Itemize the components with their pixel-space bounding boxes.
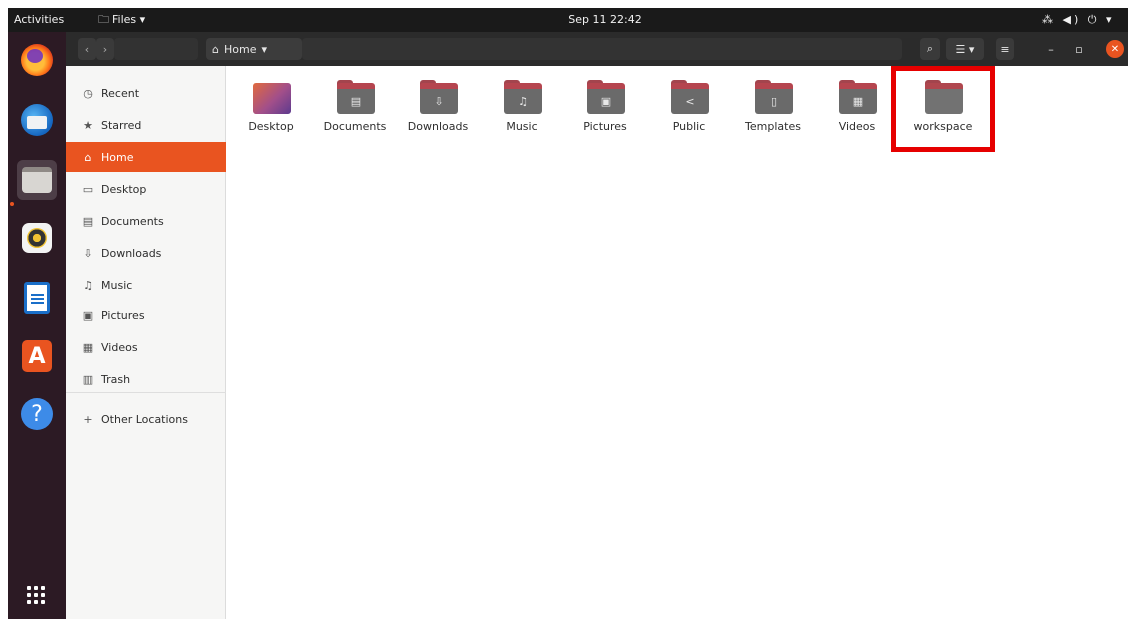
activities-button[interactable]: Activities	[14, 8, 64, 32]
folder-label: Music	[506, 120, 538, 133]
search-button[interactable]: ⌕	[920, 38, 940, 60]
trash-icon: ▥	[82, 372, 94, 386]
show-applications-icon[interactable]	[27, 586, 47, 606]
home-icon: ⌂	[84, 150, 92, 164]
folder-downloads[interactable]: ⇩ Downloads	[398, 74, 478, 144]
sidebar-item-documents[interactable]: ▤ Documents	[66, 206, 226, 236]
app-menu-files[interactable]: 🗀 Files ▾	[98, 8, 145, 32]
desktop-screen: Activities 🗀 Files ▾ Sep 11 22:42 ⁂ ◀) ⏻ …	[8, 8, 1128, 619]
folder-documents[interactable]: ▤ Documents	[315, 74, 395, 144]
picture-icon: ▣	[82, 308, 94, 322]
dock: A ?	[8, 32, 66, 619]
sidebar-item-label: Documents	[101, 214, 164, 228]
videos-folder-icon: ▦	[839, 80, 877, 114]
folder-label: Desktop	[248, 120, 294, 133]
folder-label: Videos	[838, 120, 876, 133]
rhythmbox-icon[interactable]	[17, 218, 57, 258]
sidebar-item-label: Trash	[101, 372, 131, 386]
places-sidebar: ◷ Recent ★ Starred ⌂ Home ▭ Desktop ▤ Documen…	[66, 66, 226, 619]
sidebar-item-label: Starred	[101, 118, 142, 132]
sidebar-item-starred[interactable]: ★ Starred	[66, 110, 226, 140]
toolbar-spacer	[114, 38, 198, 60]
downloads-folder-icon: ⇩	[420, 80, 458, 114]
app-menu-label: Files ▾	[112, 13, 146, 26]
path-bar-empty	[302, 38, 902, 60]
ubuntu-software-icon[interactable]: A	[17, 336, 57, 376]
back-button[interactable]: ‹	[78, 38, 96, 60]
star-icon: ★	[83, 118, 93, 132]
sidebar-item-recent[interactable]: ◷ Recent	[66, 78, 226, 108]
path-label: Home	[223, 42, 257, 56]
video-icon: ▦	[82, 340, 94, 354]
sidebar-item-desktop[interactable]: ▭ Desktop	[66, 174, 226, 204]
top-panel: Activities 🗀 Files ▾ Sep 11 22:42 ⁂ ◀) ⏻ …	[8, 8, 1128, 32]
active-indicator	[10, 202, 14, 206]
firefox-icon[interactable]	[17, 40, 57, 80]
help-icon[interactable]: ?	[17, 394, 57, 434]
home-icon: ⌂	[212, 42, 219, 56]
close-button[interactable]: ✕	[1106, 40, 1124, 58]
minimize-button[interactable]: –	[1042, 38, 1060, 60]
public-folder-icon: <	[671, 80, 709, 114]
files-icon[interactable]	[17, 160, 57, 200]
highlight-annotation-box	[891, 66, 995, 152]
view-toggle-button[interactable]: ☰ ▾	[946, 38, 984, 60]
sidebar-item-label: Home	[101, 150, 134, 164]
sidebar-item-label: Pictures	[101, 308, 145, 322]
thunderbird-icon[interactable]	[17, 100, 57, 140]
pictures-folder-icon: ▣	[587, 80, 625, 114]
folder-pictures[interactable]: ▣ Pictures	[565, 74, 645, 144]
folder-music[interactable]: ♫ Music	[482, 74, 562, 144]
folder-label: Templates	[745, 120, 801, 133]
folder-desktop[interactable]: Desktop	[231, 74, 311, 144]
folder-icon: 🗀	[98, 13, 109, 26]
sidebar-item-music[interactable]: ♫ Music	[66, 270, 226, 300]
sidebar-item-home[interactable]: ⌂ Home	[66, 142, 226, 172]
desktop-folder-icon	[253, 80, 291, 114]
sidebar-separator	[66, 392, 226, 393]
folder-templates[interactable]: ▯ Templates	[733, 74, 813, 144]
templates-folder-icon: ▯	[755, 80, 793, 114]
chevron-down-icon: ▾	[261, 42, 267, 56]
sidebar-item-label: Music	[101, 278, 133, 292]
music-icon: ♫	[83, 278, 93, 292]
download-icon: ⇩	[83, 246, 93, 260]
sidebar-item-other-locations[interactable]: + Other Locations	[66, 404, 226, 434]
sidebar-item-label: Downloads	[101, 246, 162, 260]
documents-folder-icon: ▤	[337, 80, 375, 114]
plus-icon: +	[83, 412, 93, 426]
clock[interactable]: Sep 11 22:42	[565, 8, 645, 32]
clock-icon: ◷	[83, 86, 93, 100]
music-folder-icon: ♫	[504, 80, 542, 114]
files-headerbar: ‹ › ⌂ Home ▾ ⌕ ☰ ▾ ≡ – ▫ ✕	[66, 32, 1128, 66]
folder-label: Downloads	[407, 120, 469, 133]
sidebar-item-label: Desktop	[101, 182, 147, 196]
forward-button[interactable]: ›	[96, 38, 114, 60]
libreoffice-writer-icon[interactable]	[17, 278, 57, 318]
sidebar-item-videos[interactable]: ▦ Videos	[66, 332, 226, 362]
folder-label: Public	[672, 120, 706, 133]
sidebar-item-label: Recent	[101, 86, 140, 100]
sidebar-item-downloads[interactable]: ⇩ Downloads	[66, 238, 226, 268]
system-tray[interactable]: ⁂ ◀) ⏻ ▾	[1042, 8, 1114, 32]
maximize-button[interactable]: ▫	[1070, 38, 1088, 60]
sidebar-item-pictures[interactable]: ▣ Pictures	[66, 300, 226, 330]
sidebar-item-label: Videos	[101, 340, 138, 354]
folder-videos[interactable]: ▦ Videos	[817, 74, 897, 144]
sidebar-item-trash[interactable]: ▥ Trash	[66, 364, 226, 394]
desktop-icon: ▭	[82, 182, 94, 196]
document-icon: ▤	[82, 214, 94, 228]
folder-public[interactable]: < Public	[649, 74, 729, 144]
folder-label: Documents	[323, 120, 387, 133]
sidebar-item-label: Other Locations	[101, 412, 188, 426]
hamburger-menu-button[interactable]: ≡	[996, 38, 1014, 60]
path-bar-home[interactable]: ⌂ Home ▾	[206, 38, 302, 60]
file-view: Desktop ▤ Documents ⇩ Downloads ♫ Music …	[227, 66, 1128, 619]
folder-label: Pictures	[583, 120, 627, 133]
